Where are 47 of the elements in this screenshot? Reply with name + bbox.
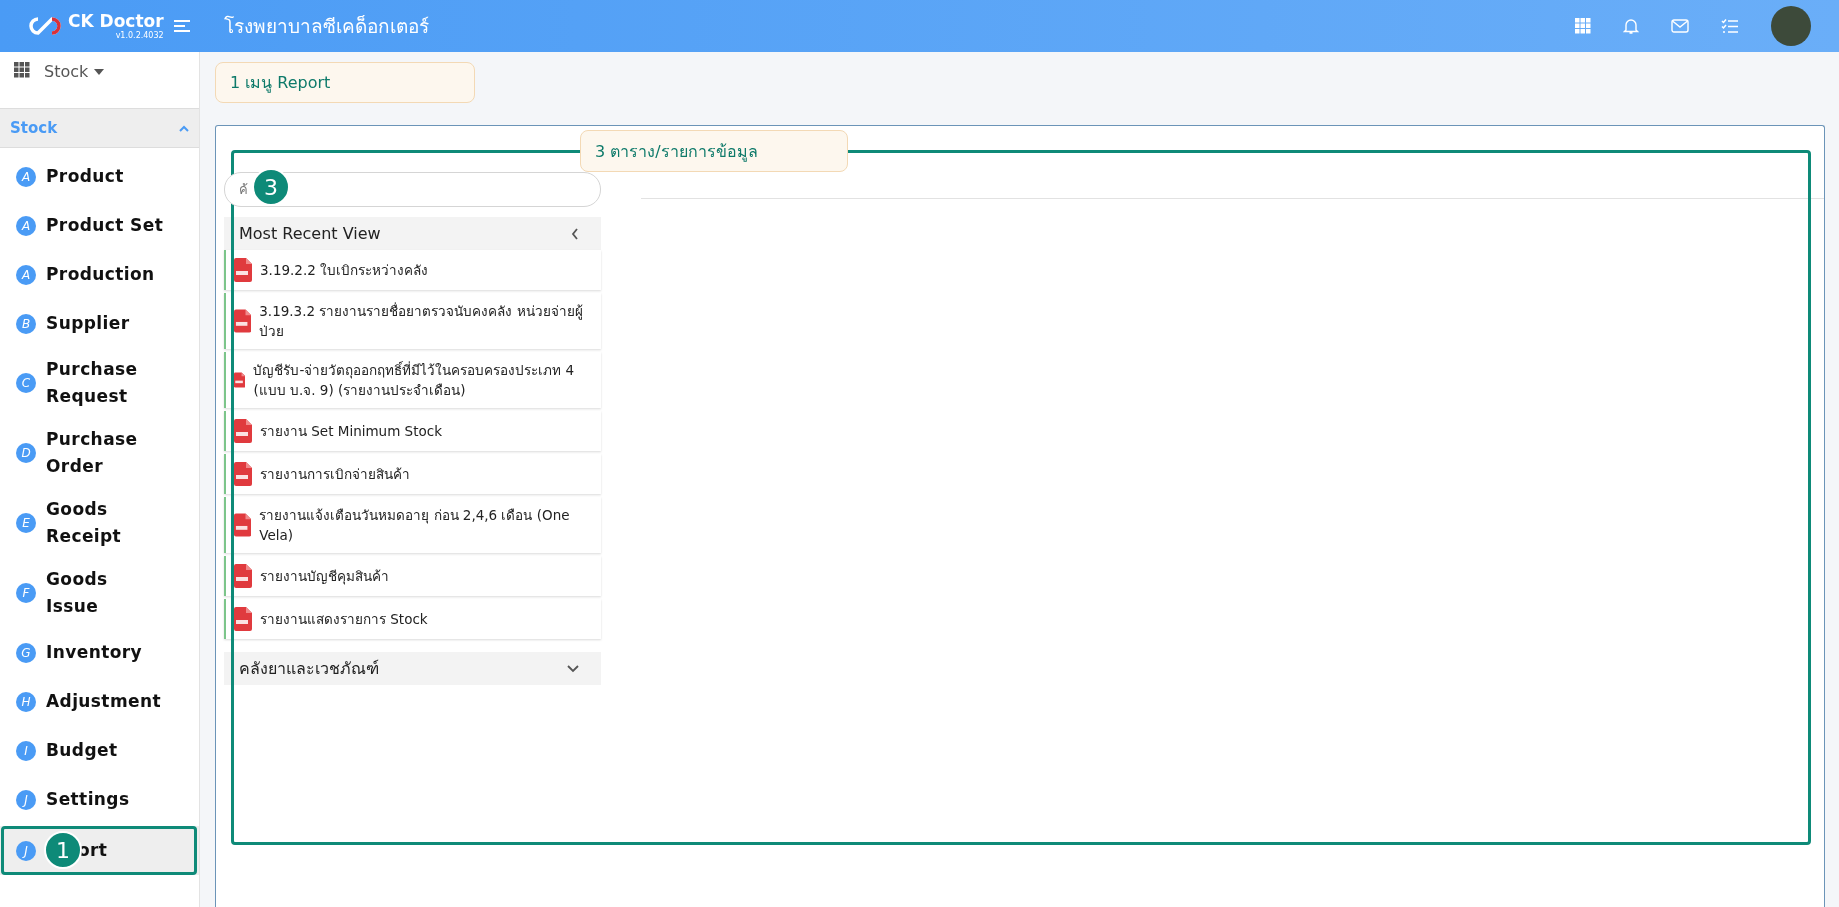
hospital-name: โรงพยาบาลซีเคด็อกเตอร์ — [224, 14, 429, 39]
app-name: CK Doctor — [68, 11, 164, 31]
checklist-icon[interactable] — [1721, 18, 1739, 34]
letter-icon: J — [16, 789, 36, 810]
module-dropdown[interactable]: Stock — [44, 62, 105, 81]
callout-label: 3 ตาราง/รายการข้อมูล — [580, 130, 848, 172]
group-header[interactable]: คลังยาและเวชภัณฑ์ — [224, 652, 601, 685]
callout-label: 1 เมนู Report — [215, 62, 475, 103]
report-item[interactable]: รายงานแจ้งเตือนวันหมดอายุ ก่อน 2,4,6 เดือน (One Vela) — [224, 497, 601, 553]
chevron-icon — [571, 227, 579, 240]
mail-icon[interactable] — [1671, 19, 1689, 33]
pdf-file-icon — [234, 607, 252, 631]
report-item[interactable]: รายงานการเบิกจ่ายสินค้า — [224, 454, 601, 494]
apps-grid-icon[interactable] — [14, 62, 30, 78]
report-item[interactable]: 3.19.2.2 ใบเบิกระหว่างคลัง — [224, 250, 601, 290]
user-avatar[interactable] — [1771, 6, 1811, 46]
chevron-icon — [179, 124, 189, 132]
letter-icon: A — [16, 166, 36, 187]
caret-icon — [94, 68, 105, 75]
letter-icon: A — [16, 264, 36, 285]
letter-icon: J — [16, 840, 36, 861]
letter-icon: B — [16, 313, 36, 334]
chevron-icon — [567, 664, 579, 673]
letter-icon: G — [16, 642, 36, 663]
pdf-file-icon — [234, 462, 252, 486]
report-item[interactable]: รายงาน Set Minimum Stock — [224, 411, 601, 451]
pdf-file-icon — [234, 258, 252, 282]
letter-icon: F — [16, 583, 36, 603]
pdf-file-icon — [234, 309, 252, 333]
report-item[interactable]: บัญชีรับ-จ่ายวัตถุออกฤทธิ์ที่มีไว้ในครอบครองประเภท 4 (แบบ บ.จ. 9) (รายงานประจำเดือน) — [224, 352, 601, 408]
report-item[interactable]: 3.19.3.2 รายงานรายชื่อยาตรวจนับคงคลัง หน่วยจ่ายผู้ป่วย — [224, 293, 601, 349]
letter-icon: E — [16, 513, 36, 533]
group-header[interactable]: Most Recent View — [224, 217, 601, 250]
pdf-file-icon — [234, 564, 252, 588]
letter-icon: A — [16, 215, 36, 236]
step-badge: 1 — [44, 831, 82, 869]
pdf-file-icon — [234, 513, 252, 537]
letter-icon: D — [16, 443, 36, 463]
version-label: v1.0.2.4032 — [115, 31, 164, 41]
letter-icon: I — [16, 740, 36, 761]
letter-icon: H — [16, 691, 36, 712]
report-item[interactable]: รายงานบัญชีคุมสินค้า — [224, 556, 601, 596]
report-item[interactable]: รายงานแสดงรายการ Stock — [224, 599, 601, 639]
letter-icon: C — [16, 373, 36, 393]
pdf-file-icon — [234, 419, 252, 443]
logo-icon — [28, 16, 62, 36]
bell-icon[interactable] — [1623, 17, 1639, 35]
